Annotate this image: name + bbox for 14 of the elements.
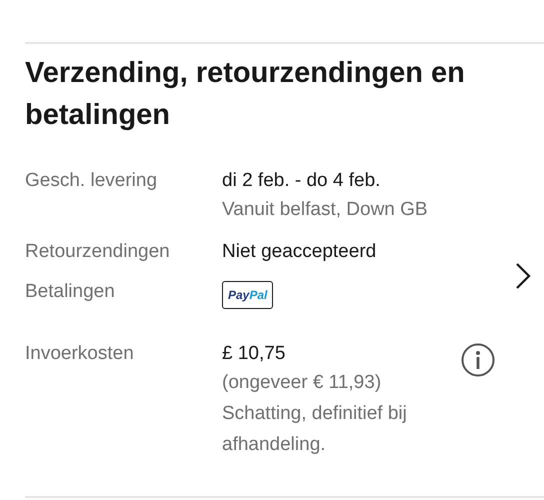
section-heading: Verzending, retourzendingen en betalingen <box>25 56 466 133</box>
row-value: Vanuit belfast, Down GB <box>222 198 428 222</box>
row-label: Gesch. levering <box>25 169 158 193</box>
paypal-logo: PayPal <box>222 281 274 309</box>
row-label: Invoerkosten <box>25 342 135 366</box>
row-value: (ongeveer € 11,93) <box>222 371 382 395</box>
row-value: £ 10,75 <box>222 342 286 366</box>
chevron-right-icon[interactable] <box>515 262 531 290</box>
row-value: Niet geaccepteerd <box>222 240 376 264</box>
info-icon[interactable] <box>461 343 495 377</box>
row-value: di 2 feb. - do 4 feb. <box>222 169 380 193</box>
row-label: Betalingen <box>25 280 116 304</box>
row-label: Retourzendingen <box>25 240 171 264</box>
row-value: Schatting, definitief bij afhandeling. <box>222 402 408 457</box>
